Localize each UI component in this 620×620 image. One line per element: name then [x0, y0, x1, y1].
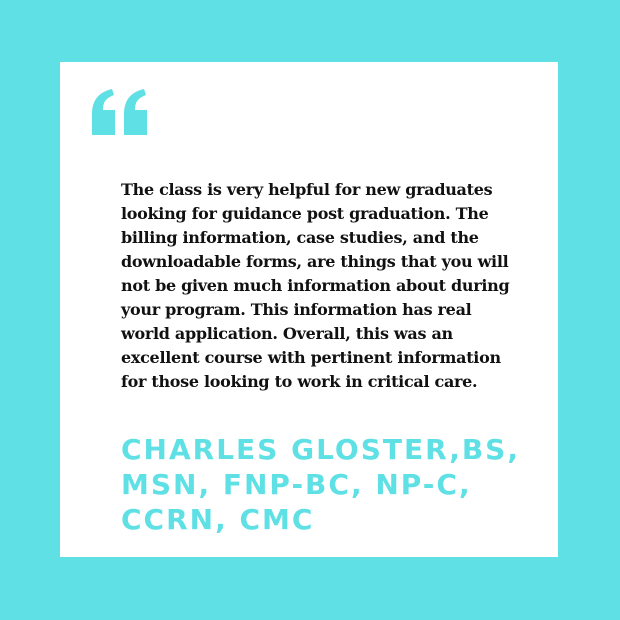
double-quote-icon	[92, 89, 147, 135]
testimonial-author: CHARLES GLOSTER,BS, MSN, FNP-BC, NP-C, C…	[121, 433, 520, 536]
testimonial-page: { "colors": { "background": "#5fe0e5", "…	[0, 0, 620, 620]
testimonial-card: The class is very helpful for new gradua…	[60, 62, 558, 557]
testimonial-text: The class is very helpful for new gradua…	[121, 180, 510, 391]
